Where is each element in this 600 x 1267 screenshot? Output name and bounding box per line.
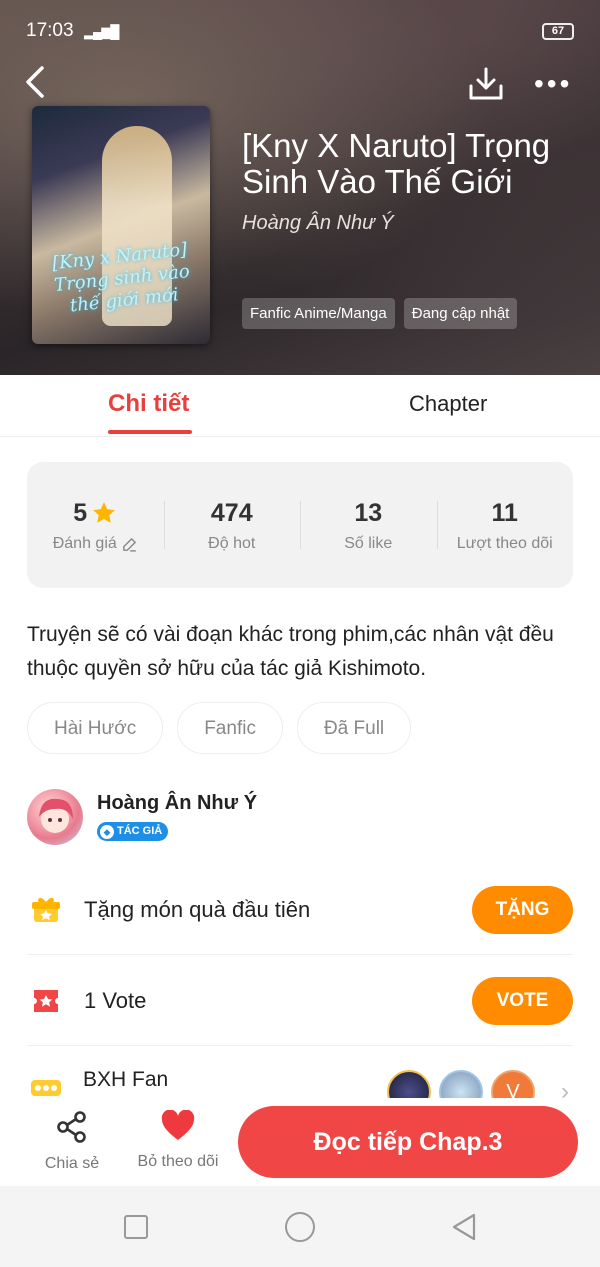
star-icon <box>93 502 116 523</box>
fan-ranking-row[interactable]: BXH Fan V › <box>27 1048 573 1114</box>
crown-icon <box>31 1080 61 1096</box>
cover-image: [Kny x Naruto] Trọng sinh vào thế giới m… <box>32 106 210 344</box>
author-name[interactable]: Hoàng Ân Như Ý <box>97 792 257 815</box>
tag-category[interactable]: Fanfic Anime/Manga <box>242 298 395 329</box>
unfollow-label: Bỏ theo dõi <box>137 1153 219 1170</box>
avatar-art <box>39 798 73 833</box>
gift-row: Tặng món quà đầu tiên TẶNG <box>27 865 573 955</box>
ticket-icon <box>34 990 58 1012</box>
share-button[interactable]: Chia sẻ <box>36 1110 108 1173</box>
download-icon[interactable] <box>468 66 504 102</box>
story-title: [Kny X Naruto] Trọng Sinh Vào Thế Giới <box>242 127 551 200</box>
author-role-badge: ◆ TÁC GIẢ <box>97 822 169 841</box>
followers-label: Lượt theo dõi <box>456 535 553 552</box>
likes-label: Số like <box>344 535 393 552</box>
followers-value: 11 <box>491 498 518 527</box>
hot-value: 474 <box>210 498 253 527</box>
recent-apps-button[interactable] <box>124 1215 148 1239</box>
fan-ranking-label: BXH Fan <box>83 1068 169 1091</box>
system-nav-bar <box>0 1186 600 1267</box>
share-icon <box>57 1111 86 1143</box>
author-badge-label: TÁC GIẢ <box>117 825 163 837</box>
genre-list: Hài Hước Fanfic Đã Full <box>27 702 412 754</box>
status-bar: 17:03 ▂▄▆█ 67 <box>26 18 574 46</box>
stat-hot: 474 Độ hot <box>163 497 301 553</box>
gift-button[interactable]: TẶNG <box>472 886 573 934</box>
story-header: 17:03 ▂▄▆█ 67 ••• [Kny x Naruto] Trọng s… <box>0 0 600 375</box>
unfollow-button[interactable]: Bỏ theo dõi <box>130 1109 226 1171</box>
hot-label: Độ hot <box>208 535 256 552</box>
diamond-icon: ◆ <box>100 824 114 839</box>
gift-label: Tặng món quà đầu tiên <box>84 897 311 922</box>
story-author[interactable]: Hoàng Ân Như Ý <box>242 212 394 235</box>
more-options-icon[interactable]: ••• <box>534 70 574 98</box>
edit-icon <box>122 537 136 552</box>
likes-value: 13 <box>354 498 383 527</box>
continue-reading-button[interactable]: Đọc tiếp Chap.3 <box>238 1106 578 1178</box>
tab-bar: Chi tiết Chapter <box>0 375 600 437</box>
stats-card: 5 Đánh giá 474 Độ hot 13 Số like 11 Lượt… <box>27 462 573 588</box>
back-icon[interactable] <box>22 64 52 100</box>
genre-chip[interactable]: Fanfic <box>177 702 283 754</box>
rating-value: 5 <box>73 498 88 527</box>
stat-rating[interactable]: 5 Đánh giá <box>27 497 164 553</box>
home-button[interactable] <box>285 1212 315 1242</box>
tab-chapter[interactable]: Chapter <box>409 391 487 417</box>
vote-button[interactable]: VOTE <box>472 977 573 1025</box>
story-tags: Fanfic Anime/Manga Đang cập nhật <box>242 298 518 329</box>
genre-chip[interactable]: Hài Hước <box>27 702 164 754</box>
tab-active-indicator <box>108 430 192 434</box>
gift-icon <box>32 897 60 922</box>
author-avatar[interactable] <box>27 789 83 845</box>
vote-row: 1 Vote VOTE <box>27 956 573 1046</box>
nav-back-icon[interactable] <box>450 1212 478 1242</box>
vote-count: 1 Vote <box>84 988 147 1013</box>
tag-status: Đang cập nhật <box>403 298 518 329</box>
cover-title-art: [Kny x Naruto] Trọng sinh vào thế giới m… <box>51 239 191 317</box>
story-description: Truyện sẽ có vài đoạn khác trong phim,cá… <box>27 623 554 680</box>
signal-icon: ▂▄▆█ <box>84 24 119 39</box>
heart-icon <box>161 1109 195 1140</box>
stat-likes: 13 Số like <box>300 497 437 553</box>
genre-chip[interactable]: Đã Full <box>296 702 412 754</box>
stat-followers: 11 Lượt theo dõi <box>436 497 574 553</box>
rating-label: Đánh giá <box>52 535 117 552</box>
share-label: Chia sẻ <box>44 1155 100 1172</box>
status-time: 17:03 <box>26 20 74 41</box>
bottom-action-bar: Chia sẻ Bỏ theo dõi Đọc tiếp Chap.3 <box>0 1098 600 1186</box>
battery-icon: 67 <box>542 23 574 40</box>
tab-details[interactable]: Chi tiết <box>108 390 189 418</box>
